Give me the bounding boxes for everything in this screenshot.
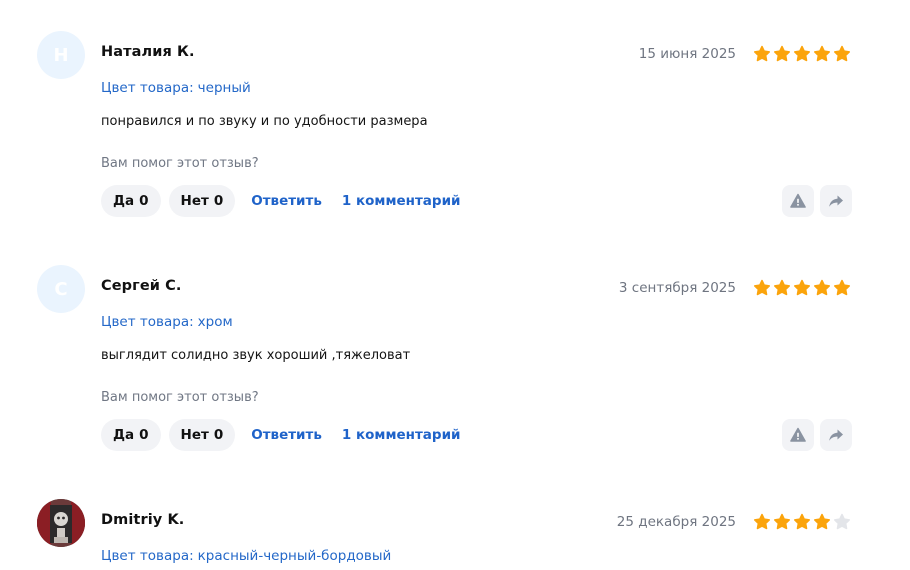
helpful-no-button[interactable]: Нет 0 [168,185,236,217]
rating-stars [753,45,851,63]
review-date: 15 июня 2025 [638,46,736,62]
review-author: Наталия К. [101,44,195,60]
star-filled-icon [834,45,850,62]
share-arrow-icon [829,195,843,207]
rating-stars [753,513,851,531]
complain-button[interactable] [782,419,814,451]
review-actions: Да 0 Нет 0 Ответить 1 комментарий [101,185,471,217]
helpful-prompt: Вам помог этот отзыв? [101,390,259,405]
yes-label: Да [113,193,135,209]
warning-triangle-icon [790,193,806,208]
yes-count: 0 [139,427,149,443]
avatar: С [37,265,85,313]
star-filled-icon [834,279,850,296]
review-date: 25 декабря 2025 [616,514,736,530]
rating-stars [753,279,851,297]
product-color-value: черный [197,80,251,96]
star-filled-icon [814,45,830,62]
review-text: выглядит солидно звук хороший ,тяжеловат [101,348,411,363]
review-author: Сергей С. [101,278,182,294]
product-color-label: Цвет товара: [101,80,194,96]
avatar: Н [37,31,85,79]
avatar-photo-icon [37,499,85,547]
star-filled-icon [774,45,790,62]
helpful-yes-button[interactable]: Да 0 [101,185,161,217]
star-filled-icon [754,513,770,530]
star-filled-icon [774,513,790,530]
no-count: 0 [213,427,224,443]
comments-link[interactable]: 1 комментарий [342,193,461,209]
star-filled-icon [814,513,830,530]
product-color-label: Цвет товара: [101,548,194,564]
no-count: 0 [213,193,224,209]
review-date: 3 сентября 2025 [618,280,736,296]
reply-link[interactable]: Ответить [251,427,322,443]
review-text: понравился и по звуку и по удобности раз… [101,114,428,129]
warning-triangle-icon [790,427,806,442]
no-label: Нет [180,427,209,443]
helpful-no-button[interactable]: Нет 0 [168,419,236,451]
product-color: Цвет товара: красный-черный-бордовый [101,548,391,564]
share-button[interactable] [820,185,852,217]
product-color-value: хром [197,314,233,330]
star-filled-icon [814,279,830,296]
review-actions: Да 0 Нет 0 Ответить 1 комментарий [101,419,471,451]
star-filled-icon [754,279,770,296]
star-filled-icon [794,45,810,62]
review-author: Dmitriy K. [101,512,185,528]
no-label: Нет [180,193,209,209]
complain-button[interactable] [782,185,814,217]
comments-link[interactable]: 1 комментарий [342,427,461,443]
avatar [37,499,85,547]
star-filled-icon [774,279,790,296]
yes-count: 0 [139,193,149,209]
star-filled-icon [754,45,770,62]
product-color-value: красный-черный-бордовый [197,548,392,564]
yes-label: Да [113,427,135,443]
reply-link[interactable]: Ответить [251,193,322,209]
star-filled-icon [794,513,810,530]
helpful-yes-button[interactable]: Да 0 [101,419,161,451]
share-arrow-icon [829,429,843,441]
star-filled-icon [794,279,810,296]
product-color-label: Цвет товара: [101,314,194,330]
star-empty-icon [834,513,850,530]
share-button[interactable] [820,419,852,451]
product-color: Цвет товара: черный [101,80,251,96]
helpful-prompt: Вам помог этот отзыв? [101,156,259,171]
product-color: Цвет товара: хром [101,314,233,330]
